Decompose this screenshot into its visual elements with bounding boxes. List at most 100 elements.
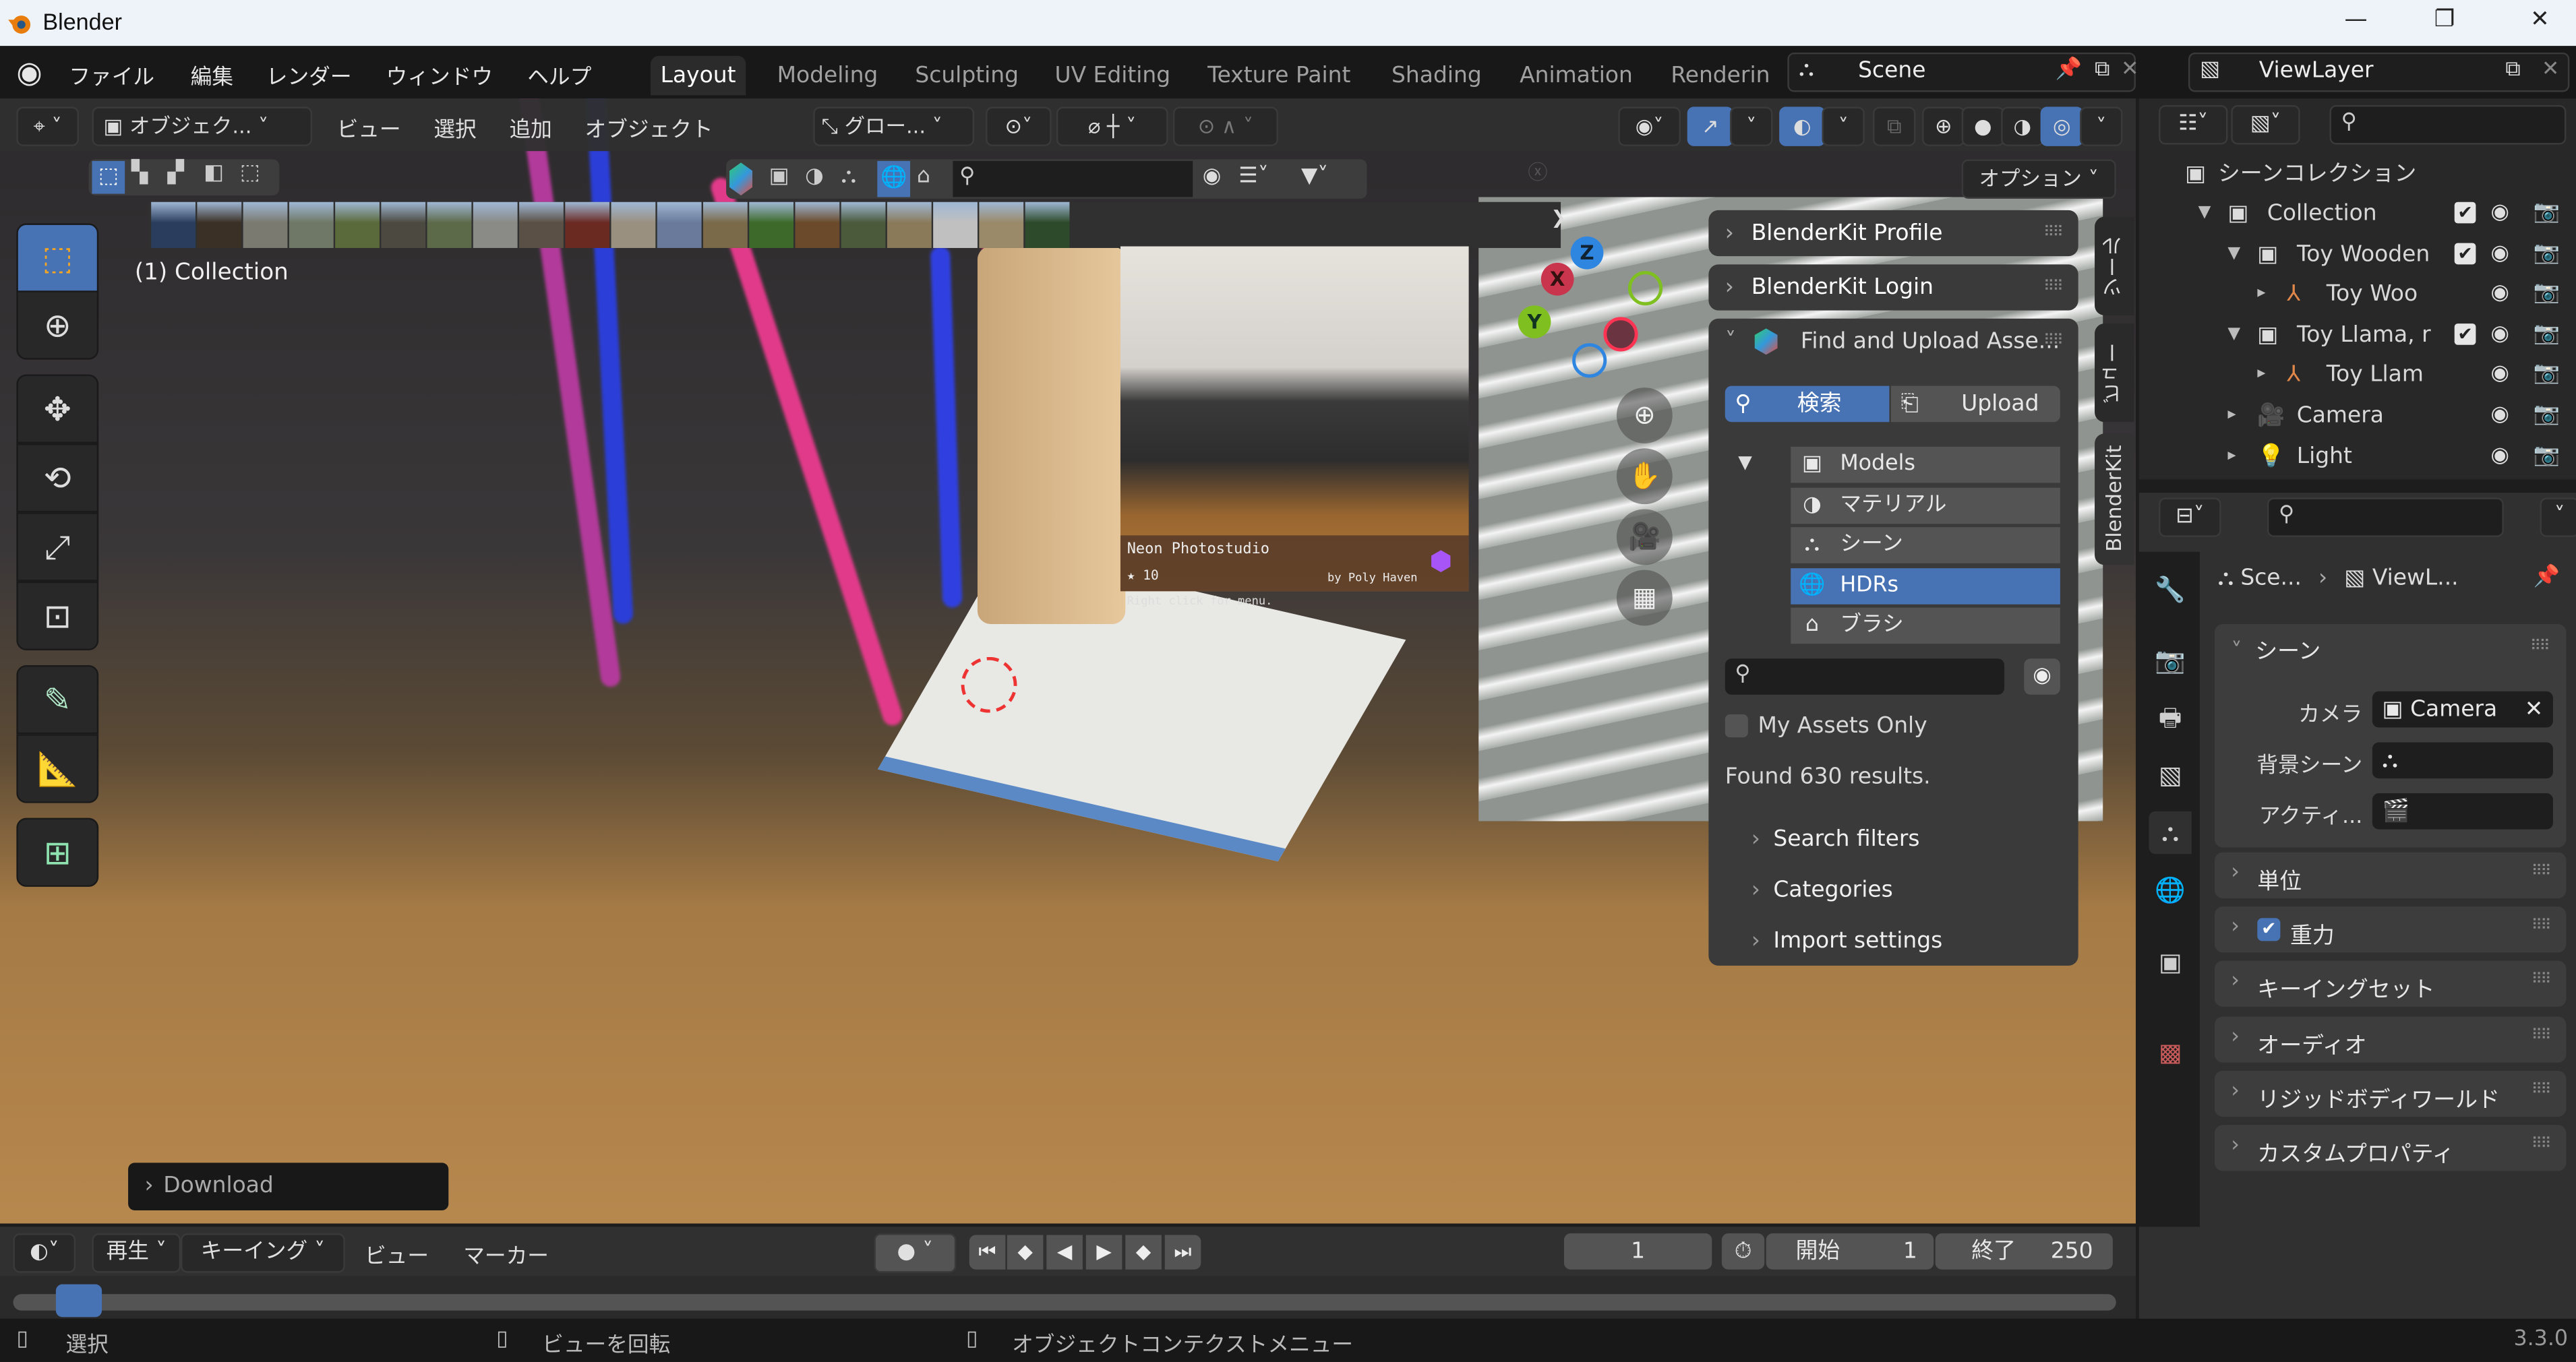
panel-blenderkit-profile[interactable]: › BlenderKit Profile ⠿⠿ xyxy=(1708,210,2078,257)
assetbar-close-icon[interactable]: ⓧ xyxy=(1528,158,1547,185)
exclude-checkbox[interactable]: ✔ xyxy=(2454,202,2476,224)
property-section[interactable]: › ✔ 重力 ⠿⠿ xyxy=(2214,906,2567,953)
clear-icon[interactable]: ✕ xyxy=(2525,691,2544,728)
play-reverse-button[interactable]: ◀ xyxy=(1046,1235,1083,1270)
eye-icon[interactable]: ◉ xyxy=(2490,436,2509,475)
panel-blenderkit-login[interactable]: › BlenderKit Login ⠿⠿ xyxy=(1708,264,2078,311)
blenderkit-search-input[interactable]: ⚲ xyxy=(1725,658,2005,695)
frame-end-field[interactable]: 終了 250 xyxy=(1935,1233,2113,1270)
scene-selector[interactable]: ⛬ Scene 📌 ⧉ ✕ xyxy=(1787,52,2139,92)
active-clip-field[interactable]: 🎬 xyxy=(2372,793,2553,830)
asset-thumbnail[interactable] xyxy=(933,202,978,248)
viewlayer-selector[interactable]: ▧ ViewLayer ⧉ ✕ xyxy=(2188,52,2570,92)
gizmo-neg-z[interactable] xyxy=(1572,343,1607,378)
eye-icon[interactable]: ◉ xyxy=(2490,396,2509,435)
menu-window[interactable]: ウィンドウ xyxy=(386,59,493,90)
categories-collapse-icon[interactable]: ▼ xyxy=(1738,452,1752,473)
select-subtract-icon[interactable]: ▞ xyxy=(168,161,184,186)
category-4[interactable]: ⌂ ブラシ xyxy=(1791,607,2060,644)
tab-sculpting[interactable]: Sculpting xyxy=(905,56,1029,95)
tab-uv-editing[interactable]: UV Editing xyxy=(1045,56,1180,95)
subpanel-search-filters[interactable]: › Search filters xyxy=(1751,826,1920,853)
tool-cursor[interactable]: ⊕ xyxy=(16,290,99,360)
tool-scale[interactable]: ⤢ xyxy=(16,512,99,582)
properties-search-input[interactable]: ⚲ xyxy=(2267,497,2504,537)
gizmo-neg-y[interactable] xyxy=(1627,271,1663,306)
menu-edit[interactable]: 編集 xyxy=(191,59,233,90)
shading-dropdown[interactable]: ˅ xyxy=(2080,106,2123,146)
jump-start-button[interactable]: ⏮ xyxy=(969,1235,1006,1270)
toggle-preview-button[interactable]: ◉ xyxy=(2024,658,2060,695)
pin-icon[interactable]: 📌 xyxy=(2534,565,2560,590)
drag-handle-icon[interactable]: ⠿⠿ xyxy=(2532,1082,2552,1098)
gizmo-neg-x[interactable] xyxy=(1603,317,1638,352)
collection-properties-tab[interactable]: ▣ xyxy=(2149,941,2191,983)
play-button[interactable]: ▶ xyxy=(1085,1235,1122,1270)
asset-thumbnail[interactable] xyxy=(519,202,564,248)
property-section[interactable]: › リジッドボディワールド ⠿⠿ xyxy=(2214,1070,2567,1117)
scene-panel-header[interactable]: ˅ シーン xyxy=(2231,632,2320,665)
gizmo-dropdown[interactable]: ˅ xyxy=(1730,106,1773,146)
asset-thumbnail[interactable] xyxy=(289,202,334,248)
eye-icon[interactable]: ◉ xyxy=(2490,194,2509,233)
exclude-checkbox[interactable]: ✔ xyxy=(2454,323,2476,345)
asset-thumbnail[interactable] xyxy=(979,202,1024,248)
tool-select-box[interactable]: ⬚ xyxy=(16,223,99,292)
tab-animation[interactable]: Animation xyxy=(1510,56,1643,95)
drag-handle-icon[interactable]: ⠿⠿ xyxy=(2043,210,2064,256)
asset-thumbnail[interactable] xyxy=(427,202,472,248)
blender-menu-icon[interactable]: ◉ xyxy=(16,56,42,90)
jump-end-button[interactable]: ⏭ xyxy=(1164,1235,1201,1270)
property-section[interactable]: › キーイングセット ⠿⠿ xyxy=(2214,961,2567,1008)
3d-cursor[interactable] xyxy=(961,656,1017,713)
gizmo-z-axis[interactable]: Z xyxy=(1570,236,1604,270)
menu-render[interactable]: レンダー xyxy=(266,59,352,90)
pan-view-button[interactable]: ✋ xyxy=(1616,448,1673,505)
options-dropdown[interactable]: オプション ˅ xyxy=(1961,159,2116,199)
select-extend-icon[interactable]: ▚ xyxy=(131,161,148,186)
delete-scene-icon[interactable]: ✕ xyxy=(2121,57,2139,82)
timeline-view-menu[interactable]: ビュー xyxy=(365,1238,429,1270)
asset-thumbnail[interactable] xyxy=(151,202,196,248)
sidetab-view[interactable]: ビュー xyxy=(2095,323,2134,423)
exclude-checkbox[interactable]: ✔ xyxy=(2454,242,2476,264)
gizmo-toggle[interactable]: ↗ xyxy=(1687,106,1733,146)
drag-handle-icon[interactable]: ⠿⠿ xyxy=(2532,1028,2552,1044)
tab-shading[interactable]: Shading xyxy=(1381,56,1491,95)
render-camera-icon[interactable]: 📷 xyxy=(2534,355,2560,394)
properties-editor-type[interactable]: ⊟˅ xyxy=(2159,497,2221,537)
asset-thumbnail[interactable] xyxy=(1025,202,1070,248)
outliner-row[interactable]: ▼ ▣ Toy Llama, r ✔ ◉ 📷 xyxy=(2139,315,2576,354)
new-scene-icon[interactable]: ⧉ xyxy=(2095,57,2110,82)
assetbar-search-input[interactable]: ⚲ xyxy=(953,160,1193,197)
jump-prev-keyframe-button[interactable]: ◆ xyxy=(1007,1235,1044,1270)
viewlayer-properties-tab[interactable]: ▧ xyxy=(2149,754,2191,797)
editor-type-button[interactable]: ⌖ ˅ xyxy=(16,106,79,146)
asset-thumbnail[interactable] xyxy=(243,202,288,248)
asset-thumbnail[interactable] xyxy=(197,202,242,248)
property-section[interactable]: › オーディオ ⠿⠿ xyxy=(2214,1016,2567,1062)
mode-dropdown[interactable]: ▣ オブジェク... ˅ xyxy=(92,106,313,146)
menu-help[interactable]: ヘルプ xyxy=(527,59,591,90)
render-camera-icon[interactable]: 📷 xyxy=(2534,234,2560,273)
menu-file[interactable]: ファイル xyxy=(69,59,154,90)
wireframe-shading-button[interactable]: ⊕ xyxy=(1922,106,1965,146)
disclosure-triangle-icon[interactable]: ▸ xyxy=(2257,274,2265,313)
timeline-editor-type[interactable]: ◐˅ xyxy=(13,1233,76,1273)
property-section[interactable]: › 単位 ⠿⠿ xyxy=(2214,852,2567,898)
asset-thumbnail[interactable] xyxy=(335,202,380,248)
new-viewlayer-icon[interactable]: ⧉ xyxy=(2505,57,2521,82)
scene-name[interactable]: Scene xyxy=(1858,57,1925,84)
category-1[interactable]: ◑ マテリアル xyxy=(1791,487,2060,524)
ortho-toggle-button[interactable]: ▦ xyxy=(1616,569,1673,626)
drag-handle-icon[interactable]: ⠿⠿ xyxy=(2043,319,2064,365)
world-properties-tab[interactable]: 🌐 xyxy=(2149,869,2191,911)
drag-handle-icon[interactable]: ⠿⠿ xyxy=(2532,919,2552,935)
disclosure-triangle-icon[interactable]: ▸ xyxy=(2227,436,2236,475)
asset-thumbnail[interactable] xyxy=(381,202,426,248)
tab-modeling[interactable]: Modeling xyxy=(767,56,888,95)
subpanel-categories[interactable]: › Categories xyxy=(1751,877,1893,903)
output-properties-tab[interactable]: 🖶 xyxy=(2149,696,2191,739)
minimize-button[interactable]: — xyxy=(2323,7,2389,40)
tab-texture-paint[interactable]: Texture Paint xyxy=(1198,56,1361,95)
